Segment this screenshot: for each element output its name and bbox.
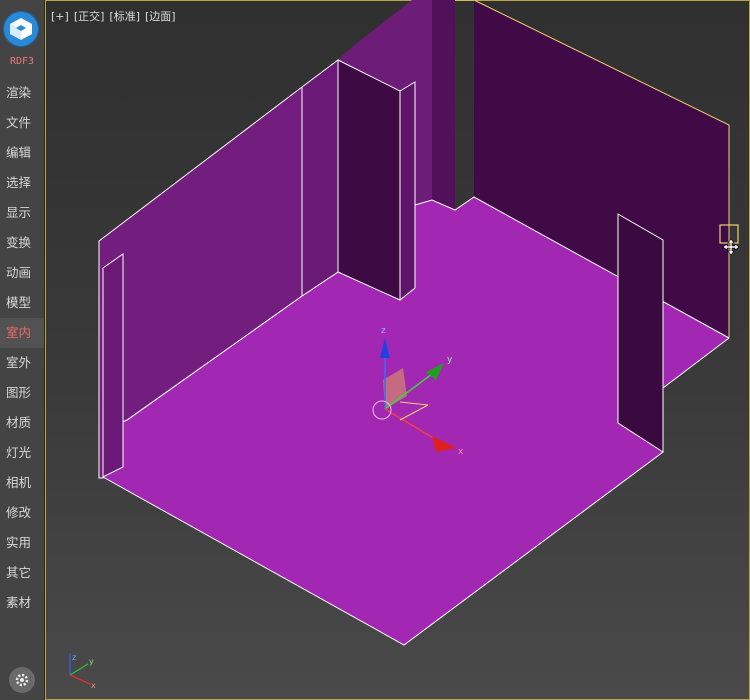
settings-button[interactable]: [9, 667, 35, 693]
menu-item-8[interactable]: 室内: [0, 318, 44, 348]
menu-item-15[interactable]: 实用: [0, 528, 44, 558]
menu-item-0[interactable]: 渲染: [0, 78, 44, 108]
viewport-label-0[interactable]: [+]: [51, 10, 69, 23]
menu-item-13[interactable]: 相机: [0, 468, 44, 498]
menu-item-1[interactable]: 文件: [0, 108, 44, 138]
menu-item-2[interactable]: 编辑: [0, 138, 44, 168]
viewport-label-1[interactable]: [正交]: [74, 10, 105, 23]
menu-item-4[interactable]: 显示: [0, 198, 44, 228]
menu-item-5[interactable]: 变换: [0, 228, 44, 258]
svg-text:y: y: [89, 657, 94, 666]
brand-label: RDF3: [9, 56, 35, 67]
gizmo-z-label: z: [381, 326, 386, 336]
menu-item-14[interactable]: 修改: [0, 498, 44, 528]
left-wall-end[interactable]: [102, 253, 124, 478]
menu-item-10[interactable]: 图形: [0, 378, 44, 408]
menu-item-7[interactable]: 模型: [0, 288, 44, 318]
right-column-face[interactable]: [617, 213, 664, 453]
left-column-face[interactable]: [301, 59, 339, 297]
menu-item-3[interactable]: 选择: [0, 168, 44, 198]
back-wall-strip[interactable]: [432, 0, 455, 210]
app-logo[interactable]: [3, 11, 39, 47]
cube-logo-icon: [10, 18, 32, 40]
3d-scene[interactable]: z y x z y x: [45, 0, 750, 700]
menu-item-9[interactable]: 室外: [0, 348, 44, 378]
viewport-label-3[interactable]: [边面]: [145, 10, 176, 23]
center-column-face[interactable]: [337, 59, 401, 301]
viewport-label-2[interactable]: [标准]: [109, 10, 140, 23]
view-axis-tripod: z y x: [69, 653, 96, 690]
svg-text:x: x: [91, 681, 96, 690]
svg-text:z: z: [72, 653, 76, 662]
center-column-side[interactable]: [399, 81, 416, 302]
menu-item-16[interactable]: 其它: [0, 558, 44, 588]
viewport-label-bar: [+] [正交] [标准] [边面]: [51, 8, 181, 24]
viewport-perspective[interactable]: z y x z y x [+] [正交] [标准] [边面]: [45, 0, 750, 700]
gear-icon: [15, 673, 29, 687]
menu-item-11[interactable]: 材质: [0, 408, 44, 438]
menu-item-17[interactable]: 素材: [0, 588, 44, 618]
sidebar: RDF3 渲染 文件 编辑 选择 显示 变换 动画 模型 室内 室外 图形 材质 灯光 相机 修改 实用 其它素…: [0, 0, 45, 700]
gizmo-x-label: x: [458, 447, 464, 457]
menu-item-6[interactable]: 动画: [0, 258, 44, 288]
menu-item-12[interactable]: 灯光: [0, 438, 44, 468]
gizmo-y-label: y: [447, 355, 453, 365]
